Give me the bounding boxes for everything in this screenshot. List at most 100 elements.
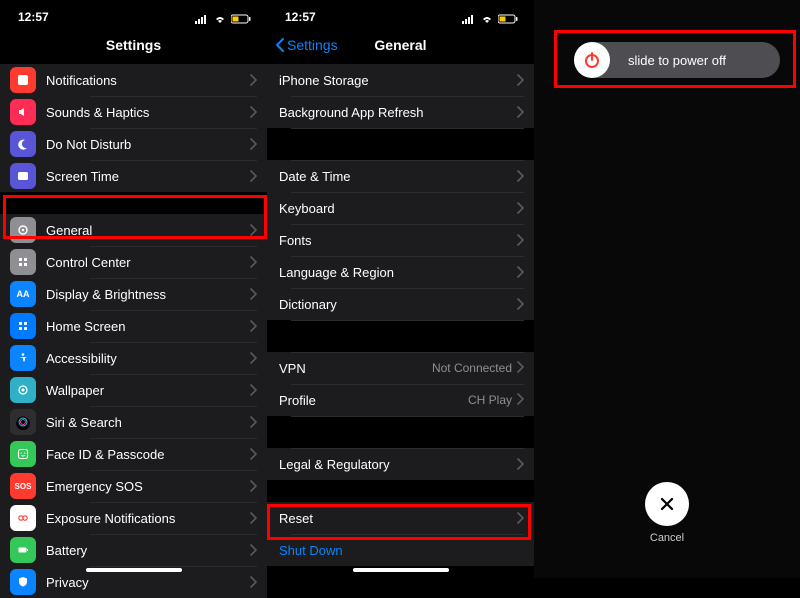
row-sounds[interactable]: Sounds & Haptics: [0, 96, 267, 128]
nav-header: Settings: [0, 26, 267, 64]
group-gap: [0, 192, 267, 214]
row-label: Shut Down: [279, 543, 343, 558]
battery-settings-icon: [10, 537, 36, 563]
home-indicator[interactable]: [86, 568, 182, 572]
back-button[interactable]: Settings: [275, 26, 338, 64]
row-lang[interactable]: Language & Region: [267, 256, 534, 288]
homescreen-icon: [10, 313, 36, 339]
row-exposure[interactable]: Exposure Notifications: [0, 502, 267, 534]
row-label: Emergency SOS: [46, 479, 143, 494]
chevron-right-icon: [516, 202, 524, 214]
row-dnd[interactable]: Do Not Disturb: [0, 128, 267, 160]
row-vpn[interactable]: VPN Not Connected: [267, 352, 534, 384]
row-keyboard[interactable]: Keyboard: [267, 192, 534, 224]
row-notifications[interactable]: Notifications: [0, 64, 267, 96]
status-icons: [462, 14, 518, 24]
chevron-right-icon: [249, 480, 257, 492]
row-label: iPhone Storage: [279, 73, 369, 88]
chevron-right-icon: [249, 288, 257, 300]
svg-text:AA: AA: [17, 289, 30, 299]
row-date[interactable]: Date & Time: [267, 160, 534, 192]
row-screentime[interactable]: Screen Time: [0, 160, 267, 192]
chevron-right-icon: [249, 74, 257, 86]
chevron-right-icon: [249, 352, 257, 364]
row-label: Face ID & Passcode: [46, 447, 165, 462]
row-label: Fonts: [279, 233, 312, 248]
chevron-right-icon: [249, 320, 257, 332]
row-label: Privacy: [46, 575, 89, 590]
home-indicator[interactable]: [353, 568, 449, 572]
row-siri[interactable]: Siri & Search: [0, 406, 267, 438]
row-shutdown[interactable]: Shut Down: [267, 534, 534, 566]
siri-icon: [10, 409, 36, 435]
row-label: Accessibility: [46, 351, 117, 366]
row-storage[interactable]: iPhone Storage: [267, 64, 534, 96]
page-title: Settings: [106, 37, 161, 53]
faceid-icon: [10, 441, 36, 467]
chevron-right-icon: [516, 393, 524, 408]
row-label: Dictionary: [279, 297, 337, 312]
redacted-row: [267, 320, 534, 352]
poweroff-thumb[interactable]: [574, 42, 610, 78]
clock: 12:57: [18, 10, 49, 24]
chevron-right-icon: [249, 448, 257, 460]
settings-list: Notifications Sounds & Haptics Do Not Di…: [0, 64, 267, 598]
row-label: Legal & Regulatory: [279, 457, 390, 472]
row-label: Sounds & Haptics: [46, 105, 149, 120]
row-battery[interactable]: Battery: [0, 534, 267, 566]
row-label: VPN: [279, 361, 306, 376]
chevron-right-icon: [516, 234, 524, 246]
panel-general: 12:57 Settings General iPhone Storage Ba…: [267, 0, 534, 578]
row-reset[interactable]: Reset: [267, 502, 534, 534]
close-icon: [658, 495, 676, 513]
redacted-row: [267, 416, 534, 448]
chevron-left-icon: [275, 37, 285, 53]
row-label: Date & Time: [279, 169, 351, 184]
row-label: Background App Refresh: [279, 105, 424, 120]
panel-settings: 12:57 Settings Notifications Sounds & Ha…: [0, 0, 267, 578]
general-icon: [10, 217, 36, 243]
row-display[interactable]: AA Display & Brightness: [0, 278, 267, 310]
display-icon: AA: [10, 281, 36, 307]
row-wallpaper[interactable]: Wallpaper: [0, 374, 267, 406]
general-list: iPhone Storage Background App Refresh Da…: [267, 64, 534, 566]
cancel-label: Cancel: [534, 532, 800, 544]
chevron-right-icon: [516, 170, 524, 182]
chevron-right-icon: [249, 106, 257, 118]
row-accessibility[interactable]: Accessibility: [0, 342, 267, 374]
chevron-right-icon: [249, 170, 257, 182]
row-profile[interactable]: ProfileCH Play: [267, 384, 534, 416]
exposure-icon: [10, 505, 36, 531]
chevron-right-icon: [249, 256, 257, 268]
chevron-right-icon: [516, 74, 524, 86]
row-controlcenter[interactable]: Control Center: [0, 246, 267, 278]
power-icon: [582, 50, 602, 70]
row-sos[interactable]: SOS Emergency SOS: [0, 470, 267, 502]
cancel-button[interactable]: [645, 482, 689, 526]
status-icons: [195, 14, 251, 24]
chevron-right-icon: [249, 416, 257, 428]
row-label: Notifications: [46, 73, 117, 88]
row-general[interactable]: General: [0, 214, 267, 246]
clock: 12:57: [285, 10, 316, 24]
row-faceid[interactable]: Face ID & Passcode: [0, 438, 267, 470]
accessibility-icon: [10, 345, 36, 371]
dnd-icon: [10, 131, 36, 157]
row-value: Not Connected: [432, 361, 512, 375]
row-label: General: [46, 223, 92, 238]
row-label: Battery: [46, 543, 87, 558]
chevron-right-icon: [516, 361, 524, 376]
row-homescreen[interactable]: Home Screen: [0, 310, 267, 342]
chevron-right-icon: [249, 512, 257, 524]
row-label: Home Screen: [46, 319, 125, 334]
status-bar: 12:57: [0, 0, 267, 26]
cellular-icon: [195, 14, 209, 24]
cellular-icon: [462, 14, 476, 24]
row-fonts[interactable]: Fonts: [267, 224, 534, 256]
row-legal[interactable]: Legal & Regulatory: [267, 448, 534, 480]
row-dict[interactable]: Dictionary: [267, 288, 534, 320]
page-title: General: [374, 37, 426, 53]
row-refresh[interactable]: Background App Refresh: [267, 96, 534, 128]
notifications-icon: [10, 67, 36, 93]
chevron-right-icon: [249, 138, 257, 150]
